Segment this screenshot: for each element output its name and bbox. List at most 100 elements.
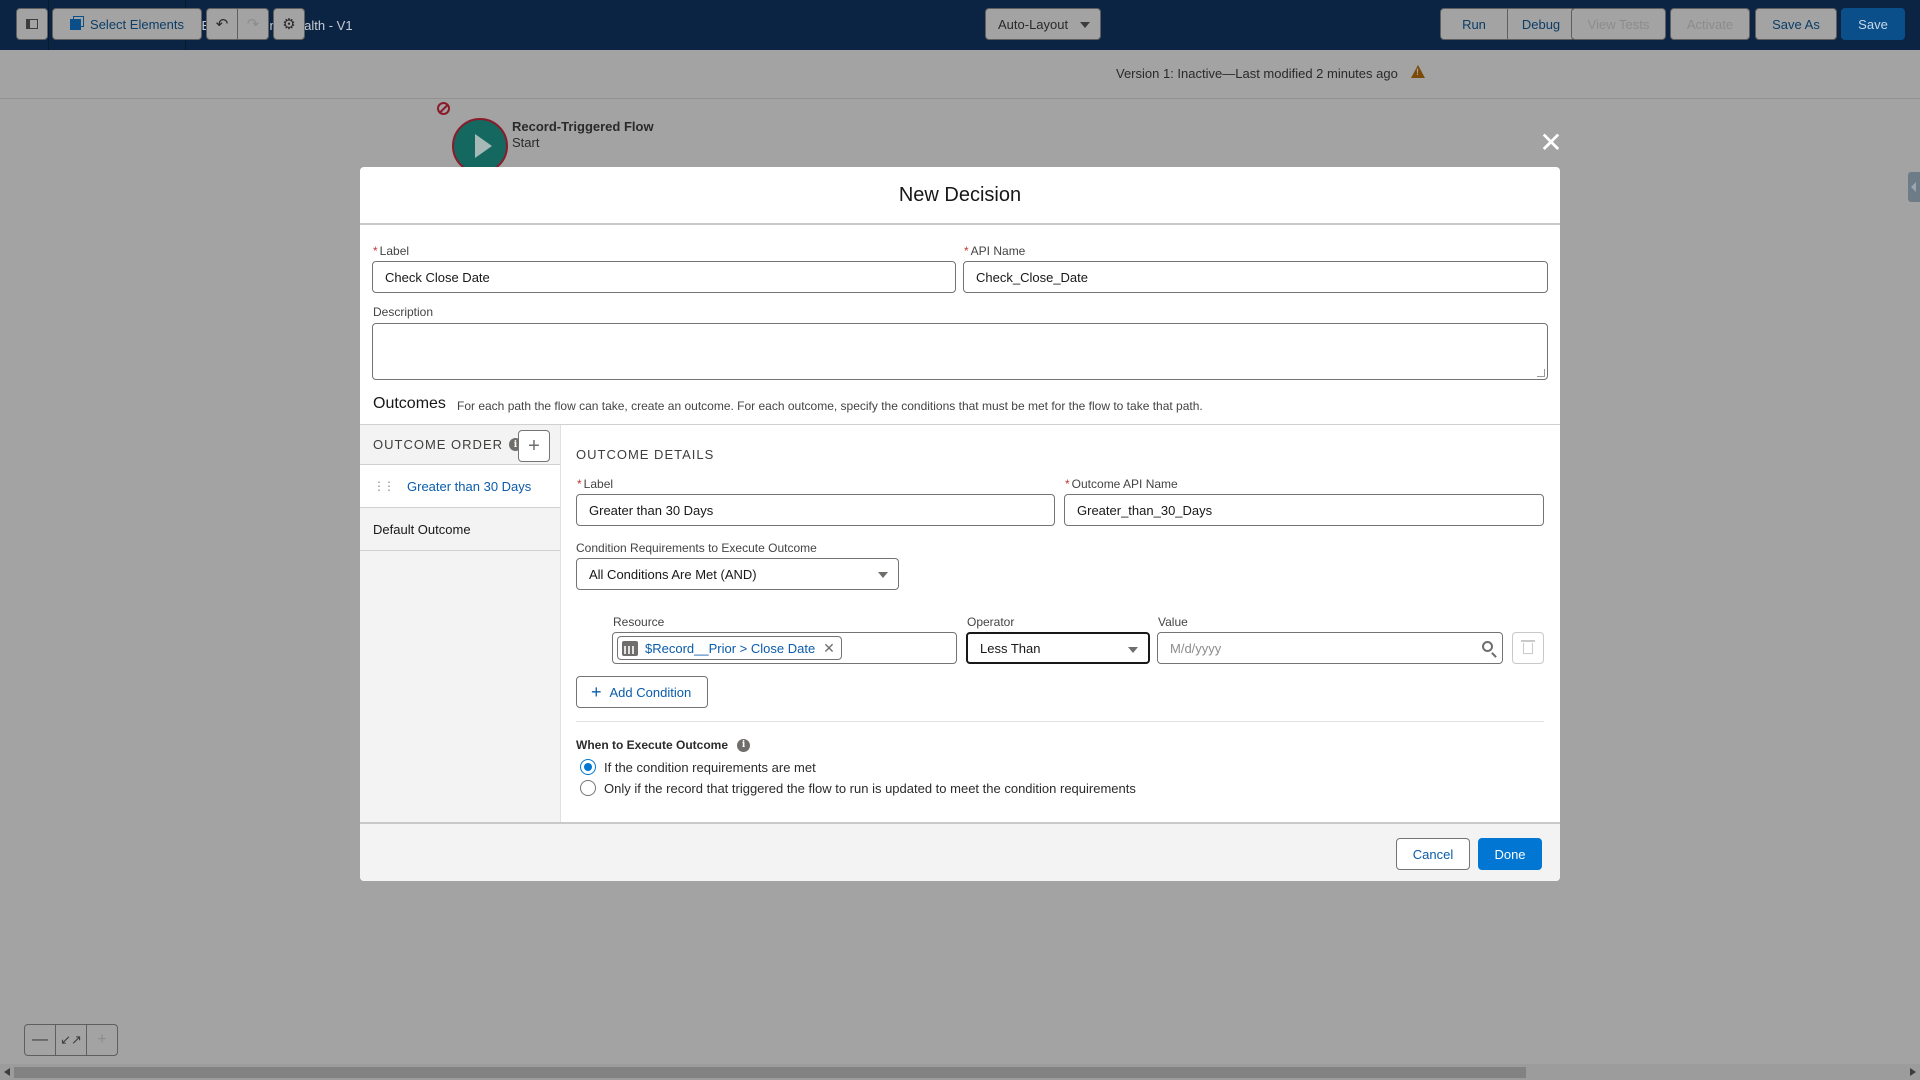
version-status: Version 1: Inactive—Last modified 2 minu… (1116, 66, 1398, 81)
run-button[interactable]: Run (1441, 17, 1507, 32)
gear-icon: ⚙ (282, 16, 296, 33)
outcome-label-input[interactable]: Greater than 30 Days (576, 494, 1055, 526)
start-node-subtitle: Start (512, 135, 540, 150)
zoom-controls: — ↙↗ + (24, 1024, 118, 1056)
scrollbar-thumb[interactable] (14, 1067, 1526, 1078)
drag-handle-icon[interactable]: ⋮⋮ (373, 479, 395, 493)
save-button[interactable]: Save (1841, 8, 1905, 40)
outcome-item-label: Greater than 30 Days (407, 478, 532, 494)
caret-down-icon (878, 572, 888, 578)
warning-icon[interactable] (1411, 65, 1425, 78)
resource-value: $Record__Prior > Close Date (645, 640, 816, 656)
plus-icon: + (528, 434, 540, 457)
description-textarea[interactable] (372, 323, 1548, 380)
outcome-api-name-input[interactable]: Greater_than_30_Days (1064, 494, 1544, 526)
fit-view-button[interactable]: ↙↗ (56, 1025, 87, 1055)
toolbar (0, 50, 1920, 99)
view-tests-button[interactable]: View Tests (1571, 8, 1666, 40)
outcomes-section: OUTCOME ORDER i + ⋮⋮ Greater than 30 Day… (360, 424, 1560, 825)
condition-requirements-label: Condition Requirements to Execute Outcom… (576, 541, 817, 555)
outcome-item-label: Default Outcome (373, 521, 471, 537)
condition-requirements-value: All Conditions Are Met (AND) (589, 566, 757, 582)
done-button[interactable]: Done (1478, 838, 1542, 870)
resource-input[interactable]: $Record__Prior > Close Date ✕ (612, 632, 957, 664)
caret-down-icon (1080, 22, 1090, 28)
side-panel-toggle[interactable] (1908, 172, 1920, 202)
panel-icon (26, 19, 38, 29)
radio-label: Only if the record that triggered the fl… (604, 780, 1136, 796)
add-outcome-button[interactable]: + (518, 430, 550, 462)
resource-label: Resource (613, 615, 665, 629)
info-icon[interactable]: i (737, 738, 751, 752)
zoom-in-button[interactable]: + (87, 1025, 117, 1055)
trash-icon (1521, 639, 1535, 654)
when-option-conditions-met[interactable]: If the condition requirements are met (580, 759, 816, 775)
zoom-out-button[interactable]: — (25, 1025, 56, 1055)
modal-title: New Decision (360, 167, 1560, 225)
add-condition-label: Add Condition (609, 684, 692, 700)
remove-pill-icon[interactable]: ✕ (823, 640, 835, 657)
outcomes-help-text: For each path the flow can take, create … (457, 399, 1203, 413)
debug-button[interactable]: Debug (1508, 17, 1574, 32)
scroll-right-icon[interactable] (1910, 1068, 1916, 1076)
checkbox-select-icon (70, 18, 82, 30)
outcome-api-name-label: * Outcome API Name (1065, 477, 1178, 491)
value-input[interactable]: M/d/yyyy (1157, 632, 1503, 664)
resource-pill[interactable]: $Record__Prior > Close Date ✕ (617, 636, 842, 660)
radio-label: If the condition requirements are met (604, 759, 816, 775)
when-option-only-updated[interactable]: Only if the record that triggered the fl… (580, 780, 1136, 796)
plus-icon: + (591, 681, 602, 702)
outcomes-title: Outcomes (373, 395, 446, 412)
cancel-button[interactable]: Cancel (1396, 838, 1470, 870)
caret-down-icon (1128, 647, 1138, 653)
run-debug-group: Run Debug (1440, 8, 1575, 40)
outcome-order-panel: OUTCOME ORDER i + ⋮⋮ Greater than 30 Day… (360, 425, 561, 825)
api-name-input[interactable]: Check_Close_Date (963, 261, 1548, 293)
select-elements-label: Select Elements (90, 16, 184, 32)
undo-redo-group: ↶ ↷ (206, 8, 269, 40)
outcome-order-label: OUTCOME ORDER (373, 437, 503, 452)
outcome-order-item[interactable]: ⋮⋮ Greater than 30 Days (360, 465, 560, 508)
radio-button[interactable] (580, 759, 596, 775)
radio-button[interactable] (580, 780, 596, 796)
select-elements-button[interactable]: Select Elements (52, 8, 202, 40)
label-input[interactable]: Check Close Date (372, 261, 956, 293)
close-modal-button[interactable]: ✕ (1538, 127, 1564, 158)
outcome-order-item-default[interactable]: Default Outcome (360, 508, 560, 551)
undo-button[interactable]: ↶ (207, 15, 237, 33)
plus-icon: + (97, 1031, 107, 1048)
operator-select[interactable]: Less Than (966, 632, 1150, 664)
settings-button[interactable]: ⚙ (273, 8, 305, 40)
activate-button[interactable]: Activate (1670, 8, 1750, 40)
add-condition-button[interactable]: + Add Condition (576, 676, 709, 708)
start-node[interactable] (452, 118, 508, 174)
scroll-left-icon[interactable] (4, 1068, 10, 1076)
search-icon (1482, 641, 1493, 652)
toggle-panel-button[interactable] (16, 8, 48, 40)
shrink-icon: ↙↗ (60, 1032, 82, 1047)
no-entry-icon (437, 102, 450, 115)
close-icon: ✕ (1539, 127, 1563, 158)
horizontal-scrollbar[interactable] (0, 1064, 1920, 1080)
layout-mode-value: Auto-Layout (998, 16, 1069, 32)
value-label: Value (1158, 615, 1188, 629)
layout-mode-select[interactable]: Auto-Layout (985, 8, 1101, 40)
label-field-label: * Label (373, 244, 410, 258)
operator-value: Less Than (980, 640, 1041, 656)
calendar-icon (622, 640, 638, 656)
value-placeholder: M/d/yyyy (1170, 640, 1222, 656)
operator-label: Operator (967, 615, 1015, 629)
description-label: Description (373, 305, 434, 319)
outcome-label-label: * Label (577, 477, 614, 491)
delete-condition-button[interactable] (1512, 632, 1544, 664)
modal-footer: Cancel Done (360, 822, 1560, 881)
api-name-field-label: * API Name (964, 244, 1026, 258)
outcome-details-heading: OUTCOME DETAILS (576, 447, 715, 462)
redo-button[interactable]: ↷ (238, 15, 268, 33)
when-to-execute-heading: When to Execute Outcome i (576, 738, 751, 752)
start-node-title: Record-Triggered Flow (512, 119, 654, 134)
new-decision-modal: New Decision * Label Check Close Date * AP… (360, 167, 1560, 881)
save-as-button[interactable]: Save As (1755, 8, 1837, 40)
divider (576, 721, 1544, 722)
condition-requirements-select[interactable]: All Conditions Are Met (AND) (576, 558, 899, 590)
